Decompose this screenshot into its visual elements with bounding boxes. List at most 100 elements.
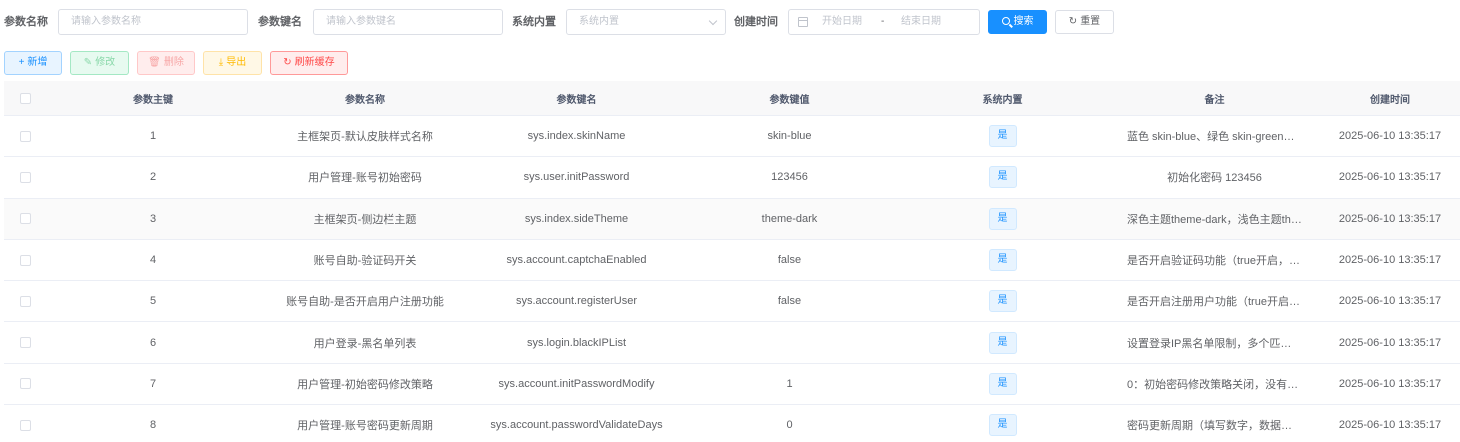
header-builtin[interactable]: 系统内置: [896, 81, 1109, 115]
cell-name: 用户管理-账号密码更新周期: [297, 420, 433, 433]
range-separator: -: [881, 16, 885, 27]
remark-text: 蓝色 skin-blue、绿色 skin-green、紫…: [1127, 131, 1302, 144]
cell-builtin: 是: [896, 157, 1109, 197]
header-created[interactable]: 创建时间: [1320, 81, 1460, 115]
plus-icon: +: [18, 57, 25, 68]
cell-builtin: 是: [896, 199, 1109, 239]
builtin-tag: 是: [988, 414, 1017, 437]
row-select-cell: [4, 157, 46, 197]
cell-remark: 初始化密码 123456: [1109, 157, 1320, 197]
config-table: 参数主键 参数名称 参数键名 参数键值 系统内置 备注 创建时间 1 主框架页-…: [4, 81, 1460, 442]
cell-builtin: 是: [896, 281, 1109, 321]
cell-key: sys.index.skinName: [527, 130, 626, 143]
add-button-label: 新增: [27, 57, 48, 68]
row-select-cell: [4, 364, 46, 404]
cell-key: sys.account.initPasswordModify: [498, 377, 655, 390]
start-date-input[interactable]: 开始日期: [822, 10, 862, 34]
reset-button-label: 重置: [1080, 16, 1101, 27]
builtin-tag: 是: [988, 290, 1017, 313]
param-key-placeholder: 请输入参数键名: [326, 16, 396, 27]
row-checkbox[interactable]: [19, 337, 31, 349]
download-icon: ⤓: [218, 57, 224, 68]
table-row[interactable]: 2 用户管理-账号初始密码 sys.user.initPassword 1234…: [4, 157, 1460, 199]
row-checkbox[interactable]: [19, 295, 31, 307]
cell-remark: 密码更新周期（填写数字，数据初始…: [1109, 405, 1320, 442]
param-name-placeholder: 请输入参数名称: [71, 16, 141, 27]
cell-key: sys.login.blackIPList: [526, 336, 627, 349]
row-checkbox[interactable]: [19, 213, 31, 225]
refresh-cache-button[interactable]: ↻ 刷新缓存: [270, 51, 348, 75]
row-select-cell: [4, 322, 46, 362]
created-time-label: 创建时间: [734, 16, 778, 28]
cell-value: [683, 322, 896, 362]
cell-created: 2025-06-10 13:35:17: [1338, 212, 1442, 225]
refresh-cache-button-label: 刷新缓存: [294, 57, 335, 68]
cell-builtin: 是: [896, 240, 1109, 280]
trash-icon: 🗑: [148, 57, 161, 68]
delete-button[interactable]: 🗑 删除: [137, 51, 195, 75]
remark-text: 初始化密码 123456: [1167, 172, 1262, 185]
remark-text: 设置登录IP黑名单限制，多个匹配项…: [1127, 337, 1302, 350]
param-key-label: 参数键名: [258, 16, 302, 28]
row-select-cell: [4, 116, 46, 156]
header-value[interactable]: 参数键值: [683, 81, 896, 115]
select-all-checkbox[interactable]: [19, 92, 31, 104]
remark-text: 深色主题theme-dark，浅色主题them…: [1127, 213, 1302, 226]
header-name[interactable]: 参数名称: [260, 81, 470, 115]
table-row[interactable]: 1 主框架页-默认皮肤样式名称 sys.index.skinName skin-…: [4, 116, 1460, 158]
row-checkbox[interactable]: [19, 130, 31, 142]
end-date-input[interactable]: 结束日期: [901, 10, 941, 34]
cell-remark: 蓝色 skin-blue、绿色 skin-green、紫…: [1109, 116, 1320, 156]
builtin-tag: 是: [988, 166, 1017, 189]
reset-button[interactable]: ↻ 重置: [1055, 10, 1114, 34]
cell-created: 2025-06-10 13:35:17: [1338, 130, 1442, 143]
date-range-picker[interactable]: 开始日期 - 结束日期: [788, 9, 980, 35]
table-header: 参数主键 参数名称 参数键名 参数键值 系统内置 备注 创建时间: [4, 81, 1460, 116]
header-key[interactable]: 参数键名: [470, 81, 683, 115]
param-name-label: 参数名称: [4, 16, 48, 28]
row-checkbox[interactable]: [19, 171, 31, 183]
table-row[interactable]: 3 主框架页-侧边栏主题 sys.index.sideTheme theme-d…: [4, 198, 1460, 240]
builtin-tag: 是: [988, 249, 1017, 272]
cell-id: 3: [149, 212, 157, 225]
calendar-icon: [798, 17, 808, 27]
table-row[interactable]: 5 账号自助-是否开启用户注册功能 sys.account.registerUs…: [4, 281, 1460, 323]
cell-name: 主框架页-默认皮肤样式名称: [297, 131, 433, 144]
table-row[interactable]: 8 用户管理-账号密码更新周期 sys.account.passwordVali…: [4, 405, 1460, 442]
row-checkbox[interactable]: [19, 419, 31, 431]
export-button[interactable]: ⤓ 导出: [203, 51, 262, 75]
row-checkbox[interactable]: [19, 378, 31, 390]
header-id[interactable]: 参数主键: [46, 81, 260, 115]
select-all-cell: [4, 81, 46, 115]
param-name-input[interactable]: 请输入参数名称: [58, 9, 248, 35]
cell-created: 2025-06-10 13:35:17: [1338, 336, 1442, 349]
builtin-select[interactable]: 系统内置: [566, 9, 726, 35]
table-row[interactable]: 4 账号自助-验证码开关 sys.account.captchaEnabled …: [4, 240, 1460, 282]
cell-key: sys.account.registerUser: [515, 295, 638, 308]
delete-button-label: 删除: [163, 57, 184, 68]
cell-key: sys.index.sideTheme: [524, 212, 629, 225]
remark-text: 0：初始密码修改策略关闭，没有任…: [1127, 378, 1302, 391]
cell-value: false: [777, 295, 802, 308]
builtin-tag: 是: [988, 207, 1017, 230]
builtin-label: 系统内置: [512, 16, 556, 28]
cell-key: sys.account.captchaEnabled: [506, 254, 647, 267]
param-key-input[interactable]: 请输入参数键名: [313, 9, 503, 35]
cell-id: 8: [149, 419, 157, 432]
search-form: 参数名称 请输入参数名称 参数键名 请输入参数键名 系统内置 系统内置 创建时间…: [0, 9, 1460, 35]
table-row[interactable]: 7 用户管理-初始密码修改策略 sys.account.initPassword…: [4, 364, 1460, 406]
header-remark[interactable]: 备注: [1109, 81, 1320, 115]
cell-created: 2025-06-10 13:35:17: [1338, 295, 1442, 308]
cell-value: 123456: [771, 171, 808, 184]
table-row[interactable]: 6 用户登录-黑名单列表 sys.login.blackIPList 是 设置登…: [4, 322, 1460, 364]
edit-button[interactable]: ✎ 修改: [70, 51, 129, 75]
search-button[interactable]: 搜索: [988, 10, 1047, 34]
cell-id: 2: [149, 171, 157, 184]
row-checkbox[interactable]: [19, 254, 31, 266]
cell-remark: 深色主题theme-dark，浅色主题them…: [1109, 199, 1320, 239]
cell-key: sys.user.initPassword: [523, 171, 630, 184]
cell-value: skin-blue: [767, 130, 812, 143]
search-button-label: 搜索: [1013, 16, 1034, 27]
add-button[interactable]: + 新增: [4, 51, 62, 75]
cell-value: 1: [786, 377, 793, 390]
